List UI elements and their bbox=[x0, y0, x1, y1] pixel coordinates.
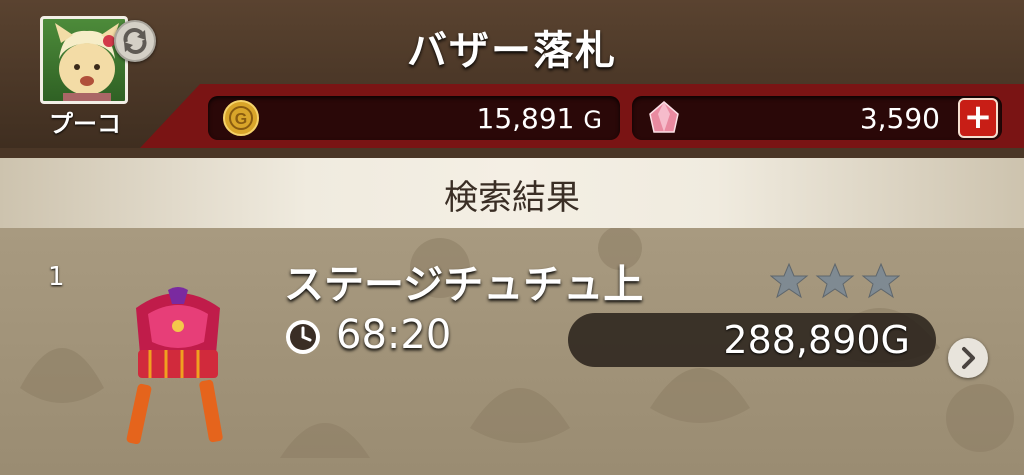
gold-coin-icon: G bbox=[223, 100, 259, 136]
star-icon bbox=[770, 262, 809, 299]
clock-icon bbox=[286, 320, 320, 354]
rating-stars bbox=[770, 262, 900, 299]
item-price: 288,890G bbox=[723, 318, 910, 362]
item-name: ステージチュチュ上 bbox=[284, 262, 644, 308]
gold-unit: G bbox=[583, 106, 602, 134]
item-rank: 1 bbox=[48, 262, 65, 292]
refresh-icon[interactable] bbox=[114, 20, 156, 62]
gem-icon bbox=[649, 101, 679, 133]
star-icon bbox=[815, 262, 855, 299]
gold-amount: 15,891 G bbox=[476, 102, 603, 135]
add-gems-button[interactable]: + bbox=[958, 98, 998, 138]
chevron-right-icon[interactable] bbox=[948, 338, 988, 378]
remaining-time: 68:20 bbox=[336, 312, 452, 358]
gem-amount: 3,590 bbox=[859, 102, 940, 135]
avatar-name: プーコ bbox=[49, 110, 121, 138]
costume-top-icon bbox=[126, 287, 223, 444]
avatar[interactable] bbox=[40, 16, 128, 104]
star-icon bbox=[861, 262, 900, 299]
results-label: 検索結果 bbox=[444, 178, 580, 218]
svg-text:G: G bbox=[235, 111, 247, 128]
